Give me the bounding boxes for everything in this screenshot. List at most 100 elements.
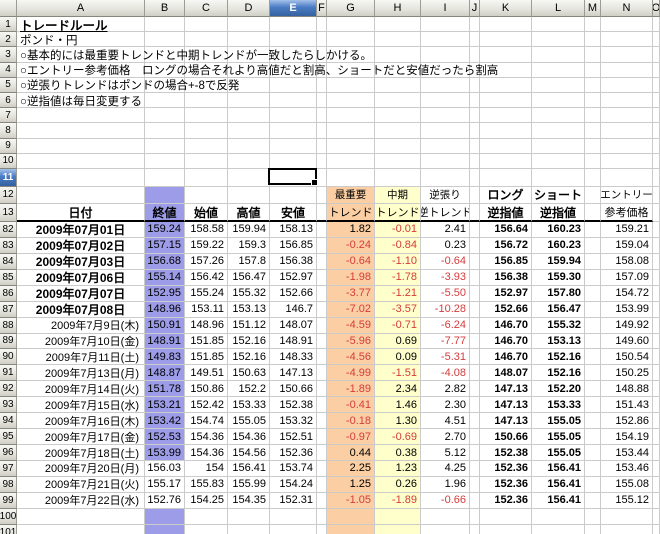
- cell-M96[interactable]: [585, 445, 601, 461]
- cell-B95[interactable]: 152.53: [145, 429, 185, 446]
- cell-B86[interactable]: 152.95: [145, 285, 185, 302]
- cell-N88[interactable]: 149.92: [601, 317, 653, 334]
- col-header-B[interactable]: B: [145, 0, 185, 17]
- cell-H99[interactable]: -1.89: [375, 492, 421, 509]
- cell-C7[interactable]: [185, 108, 228, 124]
- cell-J83[interactable]: [470, 237, 480, 254]
- cell-E97[interactable]: 153.74: [270, 461, 317, 477]
- table-header-F12[interactable]: [317, 186, 327, 205]
- cell-O2[interactable]: [653, 32, 660, 48]
- cell-C96[interactable]: 154.36: [185, 445, 228, 461]
- cell-G98[interactable]: 1.25: [327, 476, 375, 493]
- cell-M88[interactable]: [585, 317, 601, 334]
- cell-H90[interactable]: 0.09: [375, 349, 421, 366]
- cell-G85[interactable]: -1.98: [327, 269, 375, 286]
- cell-E95[interactable]: 152.51: [270, 429, 317, 446]
- cell-M6[interactable]: [585, 92, 601, 109]
- cell-N7[interactable]: [601, 108, 653, 124]
- table-header-F13[interactable]: [317, 204, 327, 222]
- cell-N11[interactable]: [601, 168, 653, 187]
- cell-E96[interactable]: 152.36: [270, 445, 317, 461]
- cell-K9[interactable]: [480, 138, 532, 154]
- cell-H7[interactable]: [375, 108, 421, 124]
- cell-B8[interactable]: [145, 123, 185, 139]
- date-cell-92[interactable]: 2009年7月14日(火): [17, 381, 145, 398]
- cell-K2[interactable]: [480, 32, 532, 48]
- cell-K84[interactable]: 156.85: [480, 253, 532, 270]
- cell-O8[interactable]: [653, 123, 660, 139]
- cell-D8[interactable]: [228, 123, 270, 139]
- cell-C84[interactable]: 157.26: [185, 253, 228, 270]
- cell-F88[interactable]: [317, 317, 327, 334]
- row-header-13[interactable]: 13: [0, 204, 17, 222]
- table-header-C12[interactable]: [185, 186, 228, 205]
- cell-O100[interactable]: [653, 508, 660, 525]
- cell-I86[interactable]: -5.50: [421, 285, 470, 302]
- cell-D90[interactable]: 152.16: [228, 349, 270, 366]
- cell-I82[interactable]: 2.41: [421, 221, 470, 238]
- row-header-99[interactable]: 99: [0, 492, 17, 509]
- col-header-J[interactable]: J: [470, 0, 480, 17]
- cell-M85[interactable]: [585, 269, 601, 286]
- date-cell-95[interactable]: 2009年7月17日(金): [17, 429, 145, 446]
- cell-J90[interactable]: [470, 349, 480, 366]
- col-header-H[interactable]: H: [375, 0, 421, 17]
- cell-J84[interactable]: [470, 253, 480, 270]
- cell-A7[interactable]: [17, 108, 145, 124]
- cell-L96[interactable]: 155.05: [532, 445, 585, 461]
- cell-F9[interactable]: [317, 138, 327, 154]
- row-header-85[interactable]: 85: [0, 269, 17, 286]
- row-header-89[interactable]: 89: [0, 333, 17, 350]
- date-cell-100[interactable]: [17, 508, 145, 525]
- cell-H5[interactable]: [375, 77, 421, 93]
- cell-D94[interactable]: 155.05: [228, 413, 270, 430]
- cell-C9[interactable]: [185, 138, 228, 154]
- cell-F11[interactable]: [317, 168, 327, 187]
- cell-C97[interactable]: 154: [185, 461, 228, 477]
- table-header-J12[interactable]: [470, 186, 480, 205]
- cell-G99[interactable]: -1.05: [327, 492, 375, 509]
- date-cell-87[interactable]: 2009年07月08日: [17, 301, 145, 318]
- cell-O86[interactable]: [653, 285, 660, 302]
- cell-F1[interactable]: [317, 17, 327, 33]
- cell-K1[interactable]: [480, 17, 532, 33]
- cell-I6[interactable]: [421, 92, 470, 109]
- cell-J98[interactable]: [470, 476, 480, 493]
- row-header-11[interactable]: 11: [0, 168, 17, 187]
- cell-J97[interactable]: [470, 461, 480, 477]
- cell-B89[interactable]: 148.91: [145, 333, 185, 350]
- table-header-L13[interactable]: 逆指値: [532, 204, 585, 222]
- cell-O87[interactable]: [653, 301, 660, 318]
- col-header-O[interactable]: O: [653, 0, 660, 17]
- date-cell-83[interactable]: 2009年07月02日: [17, 237, 145, 254]
- cell-O95[interactable]: [653, 429, 660, 446]
- cell-I98[interactable]: 1.96: [421, 476, 470, 493]
- table-header-M12[interactable]: [585, 186, 601, 205]
- cell-F99[interactable]: [317, 492, 327, 509]
- cell-C10[interactable]: [185, 153, 228, 169]
- cell-N86[interactable]: 154.72: [601, 285, 653, 302]
- cell-G10[interactable]: [327, 153, 375, 169]
- cell-I91[interactable]: -4.08: [421, 365, 470, 382]
- cell-J86[interactable]: [470, 285, 480, 302]
- cell-O91[interactable]: [653, 365, 660, 382]
- cell-I97[interactable]: 4.25: [421, 461, 470, 477]
- cell-M2[interactable]: [585, 32, 601, 48]
- cell-I83[interactable]: 0.23: [421, 237, 470, 254]
- cell-K88[interactable]: 146.70: [480, 317, 532, 334]
- cell-E83[interactable]: 156.85: [270, 237, 317, 254]
- date-cell-91[interactable]: 2009年7月13日(月): [17, 365, 145, 382]
- cell-N98[interactable]: 155.08: [601, 476, 653, 493]
- cell-N90[interactable]: 150.54: [601, 349, 653, 366]
- cell-C6[interactable]: [185, 92, 228, 109]
- table-header-C13[interactable]: 始値: [185, 204, 228, 222]
- table-header-G12[interactable]: 最重要: [327, 186, 375, 205]
- row-header-100[interactable]: 100: [0, 508, 17, 525]
- cell-F90[interactable]: [317, 349, 327, 366]
- cell-K5[interactable]: [480, 77, 532, 93]
- row-header-82[interactable]: 82: [0, 221, 17, 238]
- cell-I84[interactable]: -0.64: [421, 253, 470, 270]
- cell-L1[interactable]: [532, 17, 585, 33]
- cell-G82[interactable]: 1.82: [327, 221, 375, 238]
- cell-B11[interactable]: [145, 168, 185, 187]
